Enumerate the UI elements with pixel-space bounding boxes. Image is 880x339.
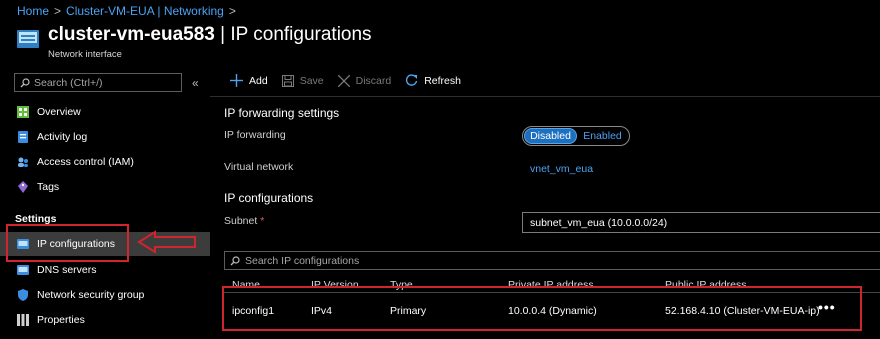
sidebar-item-label: Activity log [37, 131, 88, 143]
search-icon [20, 77, 30, 87]
refresh-button[interactable]: Refresh [405, 74, 461, 87]
breadcrumb-separator: > [228, 4, 236, 18]
page-subtitle: Network interface [48, 49, 122, 60]
toggle-option-enabled[interactable]: Enabled [577, 128, 628, 144]
virtual-network-label: Virtual network [224, 161, 294, 173]
ip-forwarding-section-title: IP forwarding settings [224, 106, 340, 120]
search-icon [230, 255, 240, 265]
plus-icon [230, 74, 243, 87]
sidebar-item-iam[interactable]: Access control (IAM) [0, 150, 210, 174]
refresh-label: Refresh [424, 74, 461, 87]
subnet-select-value: subnet_vm_eua (10.0.0.0/24) [530, 216, 668, 229]
save-button[interactable]: Save [281, 74, 324, 87]
breadcrumb: Home > Cluster-VM-EUA | Networking > [17, 4, 236, 18]
activity-log-icon [18, 131, 28, 143]
ip-configurations-section-title: IP configurations [224, 191, 314, 205]
sidebar-item-label: DNS servers [37, 264, 97, 276]
sidebar-item-label: Tags [37, 181, 60, 193]
ip-config-search-placeholder: Search IP configurations [245, 254, 360, 267]
save-icon [281, 74, 294, 87]
collapse-sidebar-button[interactable]: « [192, 76, 199, 90]
page-header: cluster-vm-eua583 | IP configurations Ne… [17, 24, 372, 60]
add-label: Add [249, 74, 268, 87]
subnet-label-text: Subnet [224, 215, 258, 227]
shield-icon [18, 289, 28, 301]
iam-icon [18, 157, 28, 167]
sidebar-item-overview[interactable]: Overview [0, 100, 210, 124]
dns-icon [17, 265, 29, 275]
sidebar-item-tags[interactable]: Tags [0, 175, 210, 199]
resource-name: cluster-vm-eua583 [48, 24, 215, 45]
blade-name: IP configurations [230, 24, 372, 45]
save-label: Save [299, 74, 324, 87]
required-mark: * [260, 215, 265, 227]
highlight-box-sidebar [6, 224, 129, 262]
discard-label: Discard [355, 74, 392, 87]
title-separator: | [214, 24, 231, 45]
close-icon [337, 74, 350, 87]
highlight-box-table [222, 286, 862, 331]
breadcrumb-home[interactable]: Home [17, 4, 49, 18]
subnet-select[interactable]: subnet_vm_eua (10.0.0.0/24) [522, 212, 880, 233]
ip-config-search-input[interactable]: Search IP configurations [224, 251, 880, 270]
sidebar-search-placeholder: Search (Ctrl+/) [34, 76, 103, 89]
ip-forwarding-toggle[interactable]: Disabled Enabled [522, 126, 630, 146]
discard-button[interactable]: Discard [337, 74, 392, 87]
add-button[interactable]: Add [230, 74, 268, 87]
page-title: cluster-vm-eua583 | IP configurations [48, 24, 372, 46]
sidebar-item-label: Network security group [37, 289, 145, 301]
network-interface-icon [17, 30, 39, 48]
command-bar: Add Save Discard Refresh [230, 74, 461, 87]
toggle-option-disabled[interactable]: Disabled [524, 128, 577, 144]
refresh-icon [406, 74, 418, 86]
red-arrow-icon [137, 230, 196, 254]
properties-icon [17, 314, 29, 326]
tag-icon [18, 181, 28, 193]
sidebar-item-properties[interactable]: Properties [0, 308, 210, 332]
breadcrumb-separator: > [54, 4, 62, 18]
sidebar-item-nsg[interactable]: Network security group [0, 283, 210, 307]
overview-icon [17, 106, 29, 118]
sidebar-item-activity-log[interactable]: Activity log [0, 125, 210, 149]
divider [210, 96, 880, 97]
ip-forwarding-label: IP forwarding [224, 129, 286, 141]
virtual-network-link[interactable]: vnet_vm_eua [530, 163, 593, 175]
breadcrumb-parent[interactable]: Cluster-VM-EUA | Networking [66, 4, 224, 18]
sidebar-item-label: Properties [37, 314, 85, 326]
subnet-label: Subnet * [224, 215, 264, 227]
sidebar-item-label: Access control (IAM) [37, 156, 134, 168]
sidebar-item-label: Overview [37, 106, 81, 118]
sidebar-search-input[interactable]: Search (Ctrl+/) [14, 73, 182, 92]
